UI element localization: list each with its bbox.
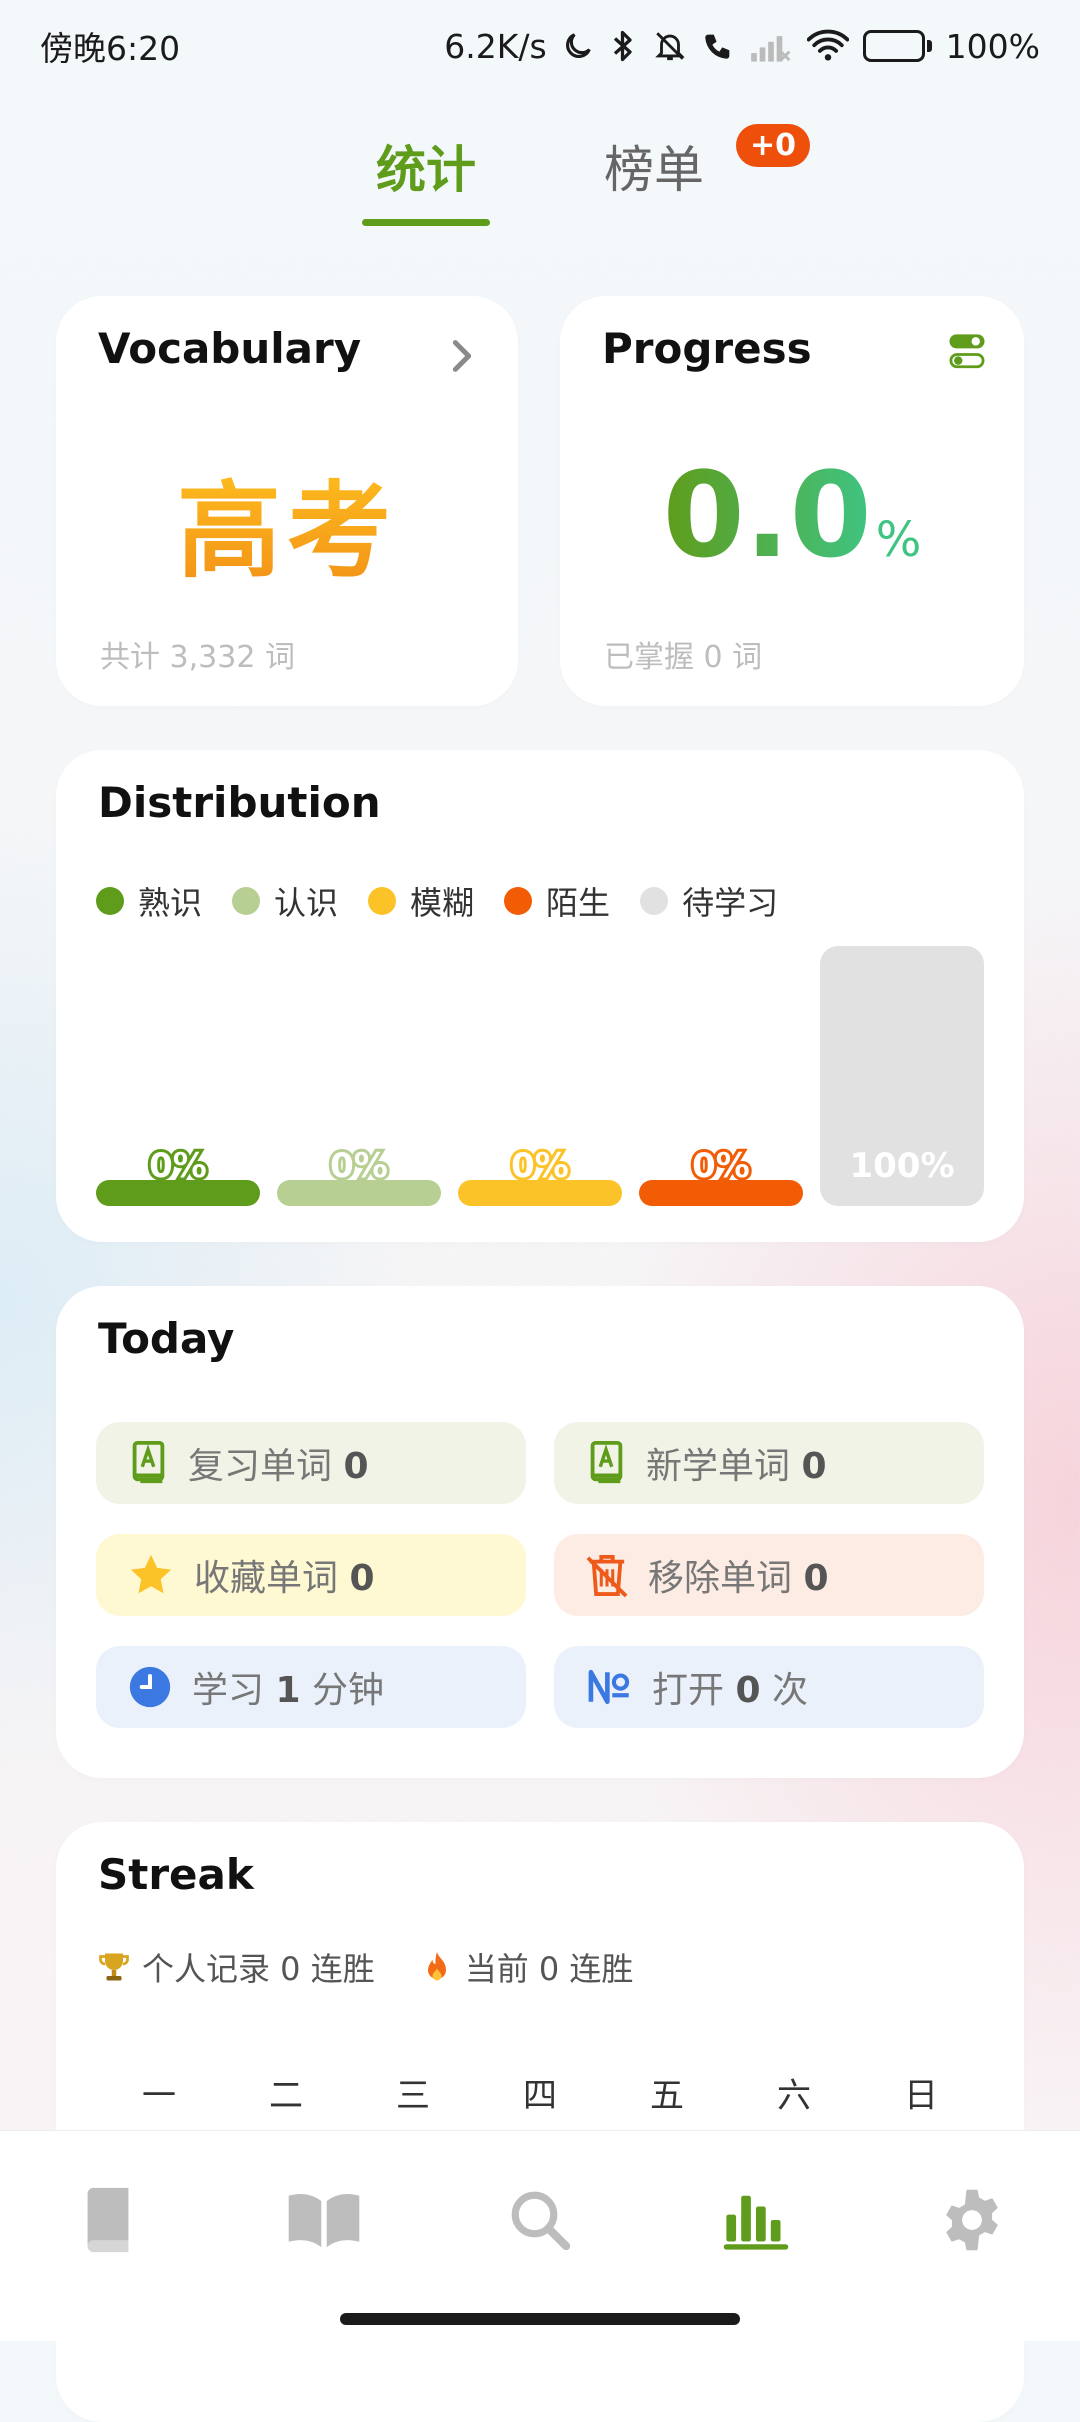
new-words-value: 0	[801, 1446, 827, 1487]
open-count-value: 0	[735, 1670, 761, 1711]
open-book-icon	[288, 2193, 360, 2248]
signal-icon	[749, 26, 793, 66]
favorite-words-label: 收藏单词	[194, 1558, 339, 1599]
progress-value: 0.0%	[560, 446, 1024, 584]
favorite-words-value: 0	[349, 1558, 375, 1599]
search-icon	[511, 2191, 571, 2251]
nav-statistics[interactable]	[711, 2175, 801, 2265]
nav-wordbook[interactable]	[63, 2175, 153, 2265]
trash-icon	[586, 1554, 628, 1598]
bottom-nav	[0, 2130, 1080, 2341]
moon-icon	[561, 26, 595, 66]
battery-text: 100%	[945, 26, 1040, 66]
vocabulary-card[interactable]: Vocabulary 高考 共计 3,332 词	[56, 296, 518, 706]
streak-title: Streak	[98, 1850, 254, 1899]
weekday-label: 四	[523, 2076, 557, 2116]
book-a-icon	[590, 1440, 623, 1484]
numero-icon	[588, 1669, 630, 1705]
tab-leaderboard[interactable]: 榜单 +0	[590, 120, 810, 230]
book-icon	[87, 2187, 129, 2253]
muted-bell-icon	[653, 26, 687, 66]
tab-statistics-label: 统计	[376, 141, 476, 199]
tab-leaderboard-label: 榜单	[604, 141, 704, 199]
distribution-bar-label: 0%	[689, 1143, 753, 1189]
streak-current-text: 当前 0 连胜	[464, 1950, 634, 1988]
status-bar: 傍晚6:20 6.2K/s 100%	[0, 0, 1080, 92]
gear-icon	[946, 2189, 998, 2251]
progress-card: Progress 0.0% 已掌握 0 词	[560, 296, 1024, 706]
vocabulary-title: Vocabulary	[98, 324, 362, 373]
status-icons: 6.2K/s 100%	[444, 26, 1040, 66]
nav-settings[interactable]	[927, 2175, 1017, 2265]
nav-reading[interactable]	[279, 2175, 369, 2265]
study-time-suffix: 分钟	[311, 1670, 384, 1711]
bar-chart-icon	[723, 2195, 789, 2250]
trophy-icon	[99, 1953, 129, 1981]
fire-icon	[427, 1952, 446, 1981]
streak-record: 个人记录 0 连胜	[96, 1944, 375, 1990]
progress-unit: %	[875, 512, 922, 568]
review-words-value: 0	[343, 1446, 369, 1487]
clock-icon	[129, 1666, 171, 1708]
wifi-icon	[806, 26, 849, 66]
home-indicator	[340, 2313, 740, 2325]
leaderboard-badge: +0	[735, 124, 810, 167]
removed-words-label: 移除单词	[648, 1558, 793, 1599]
nav-search[interactable]	[495, 2175, 585, 2265]
open-count-suffix: 次	[771, 1670, 808, 1711]
weekday-label: 一	[142, 2076, 176, 2116]
chevron-right-icon	[452, 340, 472, 372]
weekday-label: 二	[269, 2076, 303, 2116]
distribution-bar-label: 100%	[849, 1146, 955, 1186]
study-time-stat[interactable]: 学习 1 分钟	[96, 1646, 526, 1728]
open-count-prefix: 打开	[652, 1670, 725, 1711]
distribution-bar-label: 0%	[327, 1143, 391, 1189]
vocabulary-total: 共计 3,332 词	[100, 640, 295, 675]
top-tabs: 统计 榜单 +0	[0, 120, 1080, 230]
streak-record-text: 个人记录 0 连胜	[142, 1950, 375, 1988]
star-icon	[130, 1554, 172, 1594]
distribution-title: Distribution	[98, 778, 381, 827]
new-words-stat[interactable]: 新学单词 0	[554, 1422, 984, 1504]
battery-icon	[862, 30, 932, 62]
weekday-header: 一 二 三 四 五 六 日	[96, 2068, 984, 2117]
distribution-card: Distribution 熟识 认识 模糊 陌生 待学习 0% 0% 0% 0% 100…	[56, 750, 1024, 1242]
distribution-bar-label: 0%	[508, 1143, 572, 1189]
bluetooth-icon	[609, 26, 639, 66]
streak-info: 个人记录 0 连胜 当前 0 连胜	[96, 1944, 633, 1990]
weekday-label: 六	[777, 2076, 811, 2116]
review-words-label: 复习单词	[188, 1446, 333, 1487]
tab-statistics[interactable]: 统计	[362, 120, 490, 230]
streak-current: 当前 0 连胜	[419, 1944, 634, 1990]
open-count-stat[interactable]: 打开 0 次	[554, 1646, 984, 1728]
call-icon	[701, 26, 735, 66]
net-speed: 6.2K/s	[444, 26, 547, 66]
study-time-prefix: 学习	[192, 1670, 265, 1711]
review-words-stat[interactable]: 复习单词 0	[96, 1422, 526, 1504]
favorite-words-stat[interactable]: 收藏单词 0	[96, 1534, 526, 1616]
distribution-bar-label: 0%	[146, 1143, 210, 1189]
progress-mastered: 已掌握 0 词	[604, 640, 763, 675]
study-time-value: 1	[275, 1670, 301, 1711]
progress-number: 0.0	[662, 446, 872, 584]
removed-words-stat[interactable]: 移除单词 0	[554, 1534, 984, 1616]
weekday-label: 三	[396, 2076, 430, 2116]
removed-words-value: 0	[803, 1558, 829, 1599]
weekday-label: 五	[650, 2076, 684, 2116]
progress-title: Progress	[602, 324, 812, 373]
today-card: Today 复习单词 0 新学单词 0 收藏单词 0 移除单词 0 学习 1 分…	[56, 1286, 1024, 1778]
book-a-icon	[132, 1440, 165, 1484]
today-title: Today	[98, 1314, 235, 1363]
vocabulary-book-name: 高考	[56, 446, 518, 597]
new-words-label: 新学单词	[646, 1446, 791, 1487]
distribution-bars: 0% 0% 0% 0% 100%	[96, 910, 984, 1206]
status-time: 傍晚6:20	[40, 29, 181, 68]
toggle-icon[interactable]	[946, 330, 988, 372]
weekday-label: 日	[904, 2076, 938, 2116]
